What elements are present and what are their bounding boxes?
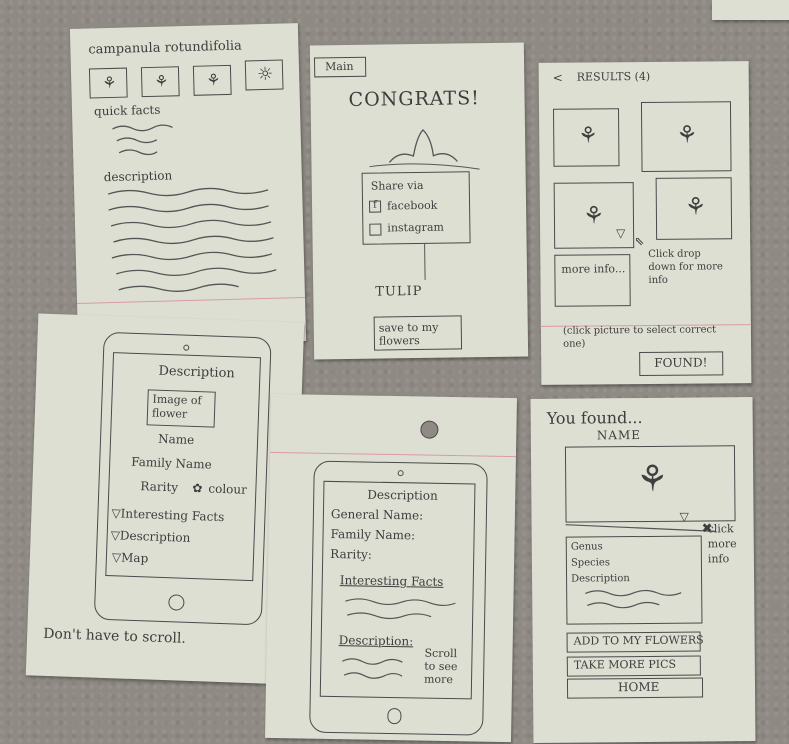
main-tab[interactable]: Main	[313, 56, 367, 78]
instagram-share-label[interactable]: instagram	[387, 221, 444, 235]
home-button-icon	[387, 707, 402, 725]
description-scribble	[342, 658, 403, 679]
flower-icon: ⚘	[578, 123, 599, 149]
description-scribble	[584, 589, 682, 609]
sketch-results-page: < RESULTS (4) ⚘ ⚘ ⚘ ⚘ ▽ ⇖ more info... C…	[538, 61, 752, 385]
share-via-label: Share via	[370, 178, 424, 193]
add-to-my-flowers-button[interactable]: ADD TO MY FLOWERS	[566, 631, 704, 653]
connector-line	[424, 243, 426, 280]
genus-label: Genus	[570, 541, 603, 553]
facebook-share-label[interactable]: facebook	[387, 199, 437, 213]
family-name-label: Family Name	[131, 454, 212, 472]
interesting-facts-label: Interesting Facts	[339, 573, 444, 589]
colour-label: colour	[208, 481, 248, 497]
click-more-info-note: click more info	[707, 522, 737, 566]
dropdown-arrow-icon[interactable]: ▽	[616, 226, 625, 240]
scroll-note: Scroll to see more	[423, 646, 458, 687]
take-more-pics-button[interactable]: TAKE MORE PICS	[566, 655, 701, 677]
flower-name-label: TULIP	[375, 283, 423, 300]
corner-paper-scrap	[712, 0, 789, 20]
description-label: Description	[571, 573, 630, 585]
photo-thumb-3[interactable]: ⚘	[192, 64, 232, 96]
save-to-my-flowers-button[interactable]: save to my flowers	[373, 315, 463, 351]
found-flower-image: ⚘	[564, 445, 736, 523]
description-toggle[interactable]: ▽Description	[110, 528, 190, 545]
flower-icon: ⚘	[102, 72, 117, 93]
back-button[interactable]: <	[553, 71, 563, 85]
found-button[interactable]: FOUND!	[639, 351, 724, 377]
description-scribble	[108, 187, 277, 292]
species-label: Species	[570, 557, 611, 569]
sketch-description-phone-a: Description Image of flower Name Family …	[25, 313, 305, 685]
flower-name-title: NAME	[596, 428, 642, 443]
photo-thumb-4[interactable]: ☼	[244, 59, 284, 91]
ruled-line	[269, 451, 516, 458]
phone-camera	[397, 470, 404, 477]
sketch-found-page: You found... NAME ⚘ ▽ ✖ click more info …	[530, 397, 756, 743]
results-count-title: RESULTS (4)	[576, 69, 651, 84]
general-name-label: General Name:	[330, 506, 424, 523]
instagram-icon[interactable]	[369, 223, 382, 236]
photo-thumb-2[interactable]: ⚘	[140, 66, 180, 98]
rarity-label: Rarity	[140, 479, 179, 495]
result-image-2[interactable]: ⚘	[640, 101, 732, 173]
sketch-description-phone-b: Description General Name: Family Name: R…	[265, 393, 517, 743]
dropdown-arrow-icon[interactable]: ▽	[679, 510, 688, 524]
flower-image-placeholder: Image of flower	[146, 389, 216, 428]
select-instruction-note: (click picture to select correct one)	[562, 324, 717, 350]
more-info-dropdown[interactable]: more info...	[554, 254, 631, 307]
cursor-icon: ⇖	[634, 234, 645, 249]
flower-icon: ⚘	[582, 201, 605, 230]
flower-icon: ⚘	[676, 120, 698, 149]
colour-swatch-icon: ✿	[192, 480, 203, 496]
punch-hole	[420, 420, 439, 439]
description-label: Description:	[338, 633, 414, 649]
map-toggle[interactable]: ▽Map	[112, 550, 149, 565]
rarity-label: Rarity:	[330, 546, 373, 562]
you-found-title: You found...	[546, 407, 643, 428]
name-label: Name	[157, 431, 195, 447]
flower-icon: ⚘	[154, 71, 169, 91]
no-scroll-note: Don't have to scroll.	[42, 625, 187, 647]
species-name-header: campanula rotundifolia	[88, 38, 242, 58]
result-image-4[interactable]: ⚘	[655, 177, 733, 240]
sun-icon: ☼	[256, 63, 274, 86]
quick-facts-label: quick facts	[93, 102, 161, 119]
click-dropdown-note: Click drop down for more info	[648, 248, 723, 286]
congrats-title: CONGRATS!	[348, 87, 480, 111]
info-panel: Genus Species Description	[565, 535, 703, 625]
flower-icon: ⚘	[684, 192, 707, 221]
family-name-label: Family Name:	[330, 526, 416, 543]
facts-scribble	[345, 598, 456, 620]
facebook-icon[interactable]: f	[368, 200, 382, 213]
photo-thumb-1[interactable]: ⚘	[88, 67, 128, 99]
result-image-1[interactable]: ⚘	[552, 108, 620, 167]
flower-icon: ⚘	[636, 458, 669, 501]
flower-icon: ⚘	[206, 70, 221, 90]
home-button[interactable]: HOME	[566, 677, 704, 699]
sketch-congrats-page: Main CONGRATS! Share via f facebook inst…	[309, 42, 529, 360]
sketch-species-page: campanula rotundifolia ⚘ ⚘ ⚘ ☼ quick fac…	[69, 23, 307, 347]
description-title: Description	[367, 487, 438, 503]
share-panel: Share via f facebook instagram	[361, 171, 471, 245]
quick-facts-scribble	[112, 124, 173, 156]
description-title: Description	[158, 363, 236, 382]
description-label: description	[103, 168, 173, 185]
